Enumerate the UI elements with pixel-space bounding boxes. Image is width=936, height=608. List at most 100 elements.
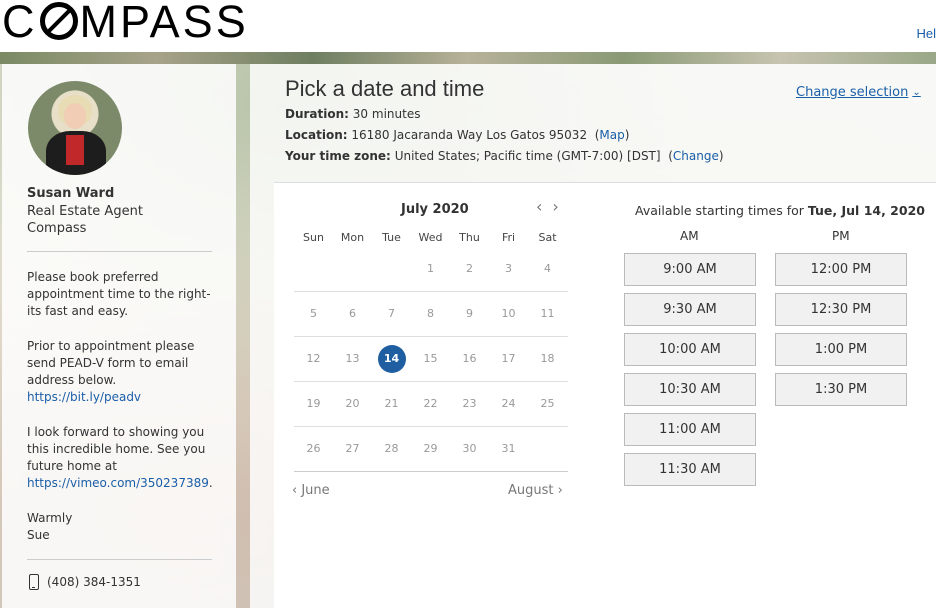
divider (27, 559, 212, 560)
next-month-link[interactable]: August › (508, 483, 563, 498)
chevron-right-icon[interactable]: › (552, 197, 558, 216)
time-slot-am[interactable]: 9:00 AM (624, 253, 756, 286)
calendar-day[interactable]: 11 (528, 300, 567, 328)
time-slot-pm[interactable]: 1:00 PM (775, 333, 907, 366)
availability-prefix: Available starting times for (635, 203, 804, 218)
calendar-day[interactable]: 20 (333, 390, 372, 418)
weekday-mon: Mon (340, 231, 365, 244)
calendar-day[interactable]: 25 (528, 390, 567, 418)
calendar-card: July 2020 ‹ › Sun Mon Tue Wed Thu Fri Sa… (274, 182, 936, 608)
logo-c: C (2, 0, 38, 47)
calendar-day[interactable]: 6 (333, 300, 372, 328)
calendar-day[interactable]: 24 (489, 390, 528, 418)
calendar-week: 19 20 21 22 23 24 25 (294, 382, 568, 427)
calendar-day[interactable]: 22 (411, 390, 450, 418)
map-link[interactable]: Map (599, 128, 624, 142)
selected-day-number: 14 (377, 345, 406, 373)
note-showing-text: I look forward to showing you this incre… (27, 425, 206, 473)
note-pead-text: Prior to appointment please send PEAD-V … (27, 339, 195, 387)
location-value: 16180 Jacaranda Way Los Gatos 95032 (351, 128, 588, 142)
calendar-day[interactable]: 28 (372, 435, 411, 463)
calendar-day[interactable]: 9 (450, 300, 489, 328)
calendar-day[interactable]: 13 (333, 345, 372, 373)
agent-title: Real Estate Agent (27, 204, 143, 219)
calendar-week: 1 2 3 4 (294, 247, 568, 292)
calendar-day[interactable]: 4 (528, 255, 567, 283)
time-slot-am[interactable]: 11:30 AM (624, 453, 756, 486)
phone-number: (408) 384-1351 (47, 575, 141, 589)
compass-logo[interactable]: C MPASS (2, 0, 249, 44)
duration-line: Duration: 30 minutes (285, 107, 420, 121)
time-slot-pm[interactable]: 1:30 PM (775, 373, 907, 406)
timezone-value: United States; Pacific time (GMT-7:00) [… (394, 149, 661, 163)
pead-link[interactable]: https://bit.ly/peadv (27, 390, 141, 404)
note-period: . (208, 476, 213, 490)
weekday-header: Sun Mon Tue Wed Thu Fri Sat (294, 231, 568, 244)
calendar-day[interactable]: 30 (450, 435, 489, 463)
calendar-day[interactable]: 3 (489, 255, 528, 283)
calendar-day[interactable]: 29 (411, 435, 450, 463)
background-strip (0, 52, 936, 64)
calendar-day (528, 435, 567, 463)
calendar-day[interactable]: 12 (294, 345, 333, 373)
phone-icon (29, 574, 39, 590)
prev-month-label: June (301, 483, 330, 498)
note-booking: Please book preferred appointment time t… (27, 270, 211, 318)
logo-rest: MPASS (79, 0, 249, 47)
time-slot-pm[interactable]: 12:00 PM (775, 253, 907, 286)
prev-month-link[interactable]: ‹ June (292, 483, 330, 498)
calendar-day (372, 255, 411, 283)
calendar-week: 5 6 7 8 9 10 11 (294, 292, 568, 337)
calendar-day[interactable]: 18 (528, 345, 567, 373)
calendar-day[interactable]: 7 (372, 300, 411, 328)
help-link[interactable]: Hel (916, 26, 936, 41)
signoff: Warmly (27, 511, 73, 525)
calendar-day[interactable]: 10 (489, 300, 528, 328)
calendar-nav: ‹ › (536, 197, 559, 216)
time-slot-am[interactable]: 10:30 AM (624, 373, 756, 406)
calendar-month: July 2020 (401, 202, 469, 217)
calendar-day (294, 255, 333, 283)
time-slot-am[interactable]: 10:00 AM (624, 333, 756, 366)
calendar-day[interactable]: 17 (489, 345, 528, 373)
agent-name: Susan Ward (27, 186, 115, 201)
calendar-grid: 1 2 3 4 5 6 7 8 9 10 11 12 13 14 15 16 1… (294, 247, 568, 472)
am-column-label: AM (680, 229, 699, 243)
availability-date: Tue, Jul 14, 2020 (807, 203, 925, 218)
calendar-day[interactable]: 16 (450, 345, 489, 373)
calendar-day[interactable]: 19 (294, 390, 333, 418)
agent-company: Compass (27, 221, 87, 236)
agent-profile-panel: Susan Ward Real Estate Agent Compass Ple… (2, 64, 236, 608)
avatar (28, 81, 122, 175)
chevron-left-icon[interactable]: ‹ (536, 197, 542, 216)
phone-row[interactable]: (408) 384-1351 (29, 574, 141, 590)
weekday-fri: Fri (501, 231, 516, 244)
duration-value: 30 minutes (352, 107, 421, 121)
calendar-day-selected[interactable]: 14 (372, 345, 411, 373)
weekday-sun: Sun (303, 231, 324, 244)
vimeo-link[interactable]: https://vimeo.com/350237389 (27, 476, 209, 490)
timezone-line: Your time zone: United States; Pacific t… (285, 149, 724, 163)
time-slot-am[interactable]: 11:00 AM (624, 413, 756, 446)
calendar-day[interactable]: 27 (333, 435, 372, 463)
calendar-day[interactable]: 23 (450, 390, 489, 418)
calendar-day (333, 255, 372, 283)
time-slot-pm[interactable]: 12:30 PM (775, 293, 907, 326)
calendar-day[interactable]: 2 (450, 255, 489, 283)
calendar-day[interactable]: 15 (411, 345, 450, 373)
change-selection-link[interactable]: Change selection ⌄ (796, 85, 921, 100)
divider (27, 251, 212, 252)
top-header: C MPASS Hel (0, 0, 936, 52)
calendar-day[interactable]: 31 (489, 435, 528, 463)
chevron-down-icon: ⌄ (912, 87, 921, 98)
change-timezone-link[interactable]: Change (673, 149, 719, 163)
calendar-day[interactable]: 26 (294, 435, 333, 463)
calendar-day[interactable]: 1 (411, 255, 450, 283)
calendar-day[interactable]: 5 (294, 300, 333, 328)
calendar-day[interactable]: 8 (411, 300, 450, 328)
weekday-wed: Wed (418, 231, 443, 244)
calendar-day[interactable]: 21 (372, 390, 411, 418)
map-paren-close: ) (624, 128, 630, 142)
time-slot-am[interactable]: 9:30 AM (624, 293, 756, 326)
weekday-tue: Tue (382, 231, 401, 244)
